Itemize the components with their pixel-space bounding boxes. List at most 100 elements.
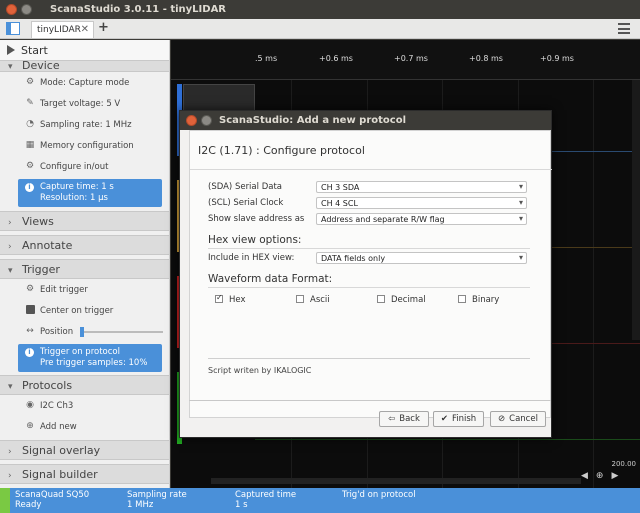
sda-select[interactable]: CH 3 SDA: [316, 181, 527, 193]
waveform-format-title: Waveform data Format:: [208, 273, 333, 285]
sidebar-item-i2c-ch3[interactable]: ◉ I2C Ch3: [0, 395, 169, 416]
section-annotate[interactable]: › Annotate: [0, 235, 169, 255]
tab-tinylidar[interactable]: tinyLIDAR ✕: [31, 21, 94, 38]
sidebar-item-label: Target voltage: 5 V: [40, 99, 121, 109]
format-hex-checkbox[interactable]: Hex: [215, 293, 246, 305]
slave-address-select[interactable]: Address and separate R/W flag: [316, 213, 527, 225]
sidebar-item-label: I2C Ch3: [40, 401, 74, 411]
section-signal-builder[interactable]: › Signal builder: [0, 464, 169, 484]
chevron-right-icon: ›: [8, 242, 12, 252]
format-decimal-label: Decimal: [391, 295, 426, 305]
horizontal-scrollbar[interactable]: [211, 478, 581, 484]
section-views-label: Views: [22, 215, 54, 228]
section-protocols[interactable]: ▾ Protocols: [0, 375, 169, 395]
sidebar-item-label: Memory configuration: [40, 141, 134, 151]
sidebar-item-sampling-rate[interactable]: ◔ Sampling rate: 1 MHz: [0, 114, 169, 135]
start-button[interactable]: Start: [0, 40, 169, 60]
zoom-icon[interactable]: ⊕: [596, 471, 604, 481]
format-binary-checkbox[interactable]: Binary: [458, 295, 499, 305]
settings-icon[interactable]: [618, 23, 630, 34]
section-device-label: Device: [22, 60, 60, 72]
section-signal-overlay-label: Signal overlay: [22, 444, 101, 457]
cancel-button[interactable]: ⊘ Cancel: [490, 411, 546, 427]
scl-select[interactable]: CH 4 SCL: [316, 197, 527, 209]
window-minimize-button[interactable]: [21, 4, 32, 15]
nav-right-icon[interactable]: ▶: [611, 471, 618, 481]
section-signal-overlay[interactable]: › Signal overlay: [0, 440, 169, 460]
chevron-right-icon: ›: [8, 218, 12, 228]
capture-info-box[interactable]: i Capture time: 1 s Resolution: 1 µs: [18, 179, 162, 207]
checkbox-checked-icon[interactable]: [215, 293, 223, 303]
device-state: Ready: [15, 500, 42, 510]
hex-view-select[interactable]: DATA fields only: [316, 252, 527, 264]
dialog-minimize-button[interactable]: [201, 115, 212, 126]
dialog-close-button[interactable]: [186, 115, 197, 126]
format-ascii-label: Ascii: [310, 295, 330, 305]
start-label: Start: [21, 44, 48, 57]
back-arrow-icon: ⇦: [388, 414, 396, 424]
sidebar: Start ▾ Device ⚙ Mode: Capture mode ✎ Tar…: [0, 40, 170, 488]
time-tick: +0.8 ms: [469, 54, 503, 63]
format-decimal-checkbox[interactable]: Decimal: [377, 295, 426, 305]
trigger-on-protocol-text: Trigger on protocol: [40, 347, 120, 357]
format-ascii-checkbox[interactable]: Ascii: [296, 295, 330, 305]
chevron-down-icon: ▾: [8, 62, 13, 72]
trigger-position-slider[interactable]: [80, 327, 163, 337]
slider-knob[interactable]: [80, 327, 84, 337]
sidebar-toggle-icon[interactable]: [6, 22, 20, 35]
sidebar-item-center-on-trigger[interactable]: Center on trigger: [0, 300, 169, 321]
add-protocol-dialog: ScanaStudio: Add a new protocol I2C (1.7…: [179, 110, 552, 438]
scl-label: (SCL) Serial Clock: [208, 198, 284, 208]
nav-left-icon[interactable]: ◀: [581, 471, 588, 481]
back-button[interactable]: ⇦ Back: [379, 411, 429, 427]
sampling-label: Sampling rate: [127, 490, 187, 500]
eye-icon: ◉: [26, 400, 34, 410]
sidebar-item-label: Add new: [40, 422, 77, 432]
checkbox-icon[interactable]: [25, 305, 35, 315]
finish-button[interactable]: ✔ Finish: [433, 411, 484, 427]
tab-close-icon[interactable]: ✕: [81, 24, 89, 35]
time-tick: +0.9 ms: [540, 54, 574, 63]
trigger-info-box[interactable]: i Trigger on protocol Pre trigger sample…: [18, 344, 162, 372]
resolution-text: Resolution: 1 µs: [40, 193, 108, 203]
checkbox-icon[interactable]: [458, 295, 466, 303]
memory-icon: ▦: [25, 140, 35, 150]
sidebar-item-mode[interactable]: ⚙ Mode: Capture mode: [0, 72, 169, 93]
add-tab-button[interactable]: +: [98, 20, 109, 35]
plus-icon: ⊕: [26, 421, 34, 431]
navigation-icons: ◀ ⊕ ▶: [581, 471, 618, 481]
chevron-right-icon: ›: [8, 447, 12, 457]
sidebar-item-edit-trigger[interactable]: ⚙ Edit trigger: [0, 279, 169, 300]
tab-bar: tinyLIDAR ✕ +: [0, 19, 640, 39]
arrows-icon: ↔: [26, 326, 34, 336]
sidebar-item-target-voltage[interactable]: ✎ Target voltage: 5 V: [0, 93, 169, 114]
section-views[interactable]: › Views: [0, 211, 169, 231]
section-annotate-label: Annotate: [22, 239, 73, 252]
sidebar-item-label: Position: [40, 327, 74, 337]
wrench-icon: ✎: [26, 98, 34, 108]
play-icon: [7, 45, 15, 55]
time-tick: +0.6 ms: [319, 54, 353, 63]
section-device[interactable]: ▾ Device: [0, 60, 169, 72]
divider: [189, 400, 551, 401]
window-controls: [6, 4, 32, 15]
format-binary-label: Binary: [472, 295, 500, 305]
info-icon: i: [25, 348, 34, 357]
section-trigger[interactable]: ▾ Trigger: [0, 259, 169, 279]
gear-icon: ⚙: [25, 284, 35, 294]
section-protocols-label: Protocols: [22, 379, 73, 392]
checkbox-icon[interactable]: [296, 295, 304, 303]
dialog-titlebar: ScanaStudio: Add a new protocol: [180, 111, 551, 130]
vertical-scrollbar[interactable]: [632, 80, 640, 340]
time-ruler: .5 ms +0.6 ms +0.7 ms +0.8 ms +0.9 ms: [171, 40, 640, 80]
device-status-indicator: [0, 488, 10, 513]
sidebar-item-configure-io[interactable]: ⚙ Configure in/out: [0, 156, 169, 177]
dialog-title: ScanaStudio: Add a new protocol: [219, 115, 407, 126]
sidebar-item-memory[interactable]: ▦ Memory configuration: [0, 135, 169, 156]
window-close-button[interactable]: [6, 4, 17, 15]
sidebar-item-label: Mode: Capture mode: [40, 78, 130, 88]
chevron-right-icon: ›: [8, 471, 12, 481]
checkbox-icon[interactable]: [377, 295, 385, 303]
sidebar-item-add-new[interactable]: ⊕ Add new: [0, 416, 169, 437]
gauge-icon: ◔: [26, 119, 34, 129]
